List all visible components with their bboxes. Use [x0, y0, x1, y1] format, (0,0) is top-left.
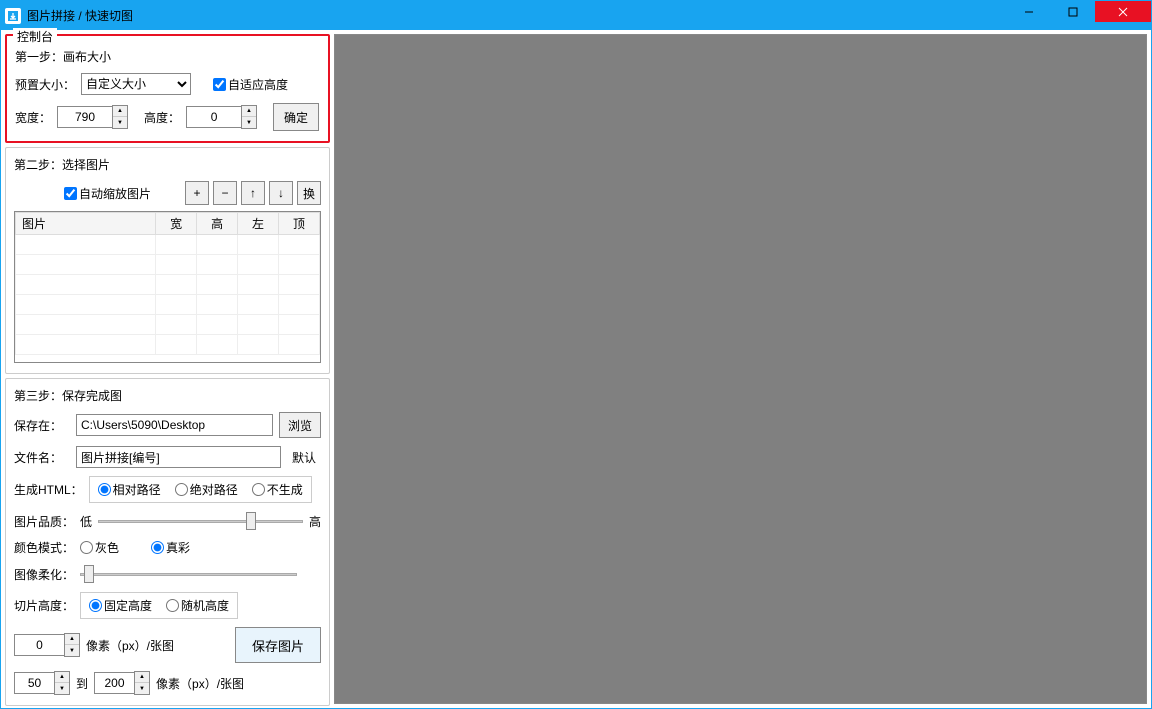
save-image-button[interactable]: 保存图片 [235, 627, 321, 663]
default-label[interactable]: 默认 [287, 449, 321, 466]
rand-to-up[interactable]: ▲ [135, 672, 149, 683]
app-icon [5, 8, 21, 24]
width-down[interactable]: ▼ [113, 117, 127, 128]
browse-button[interactable]: 浏览 [279, 412, 321, 438]
titlebar: 图片拼接 / 快速切图 [1, 1, 1151, 30]
rand-from-down[interactable]: ▼ [55, 683, 69, 694]
pixels-per-label-2: 像素（px）/张图 [156, 675, 244, 692]
adaptive-height-input[interactable] [213, 78, 226, 91]
table-row [16, 275, 320, 295]
width-input[interactable] [57, 106, 112, 128]
add-button[interactable]: + [185, 181, 209, 205]
step2-group: 第二步：选择图片 自动缩放图片 + − ↑ ↓ 换 图片 [5, 147, 330, 374]
maximize-button[interactable] [1051, 1, 1095, 22]
quality-high: 高 [309, 513, 321, 530]
radio-absolute[interactable]: 绝对路径 [175, 481, 238, 498]
step3-label: 第三步：保存完成图 [14, 387, 321, 404]
adaptive-height-checkbox[interactable]: 自适应高度 [213, 76, 288, 93]
move-down-button[interactable]: ↓ [269, 181, 293, 205]
fixed-height-input[interactable] [14, 634, 64, 656]
col-width[interactable]: 宽 [156, 213, 197, 235]
col-image[interactable]: 图片 [16, 213, 156, 235]
gen-html-radio-group: 相对路径 绝对路径 不生成 [89, 476, 312, 503]
preset-size-label: 预置大小： [15, 76, 75, 93]
step2-label: 第二步：选择图片 [14, 156, 321, 173]
rand-to-down[interactable]: ▼ [135, 683, 149, 694]
panel-title: 控制台 [13, 28, 57, 45]
fixed-down[interactable]: ▼ [65, 645, 79, 656]
to-label: 到 [76, 675, 88, 692]
fixed-up[interactable]: ▲ [65, 634, 79, 645]
autoscale-input[interactable] [64, 187, 77, 200]
rand-from-input[interactable] [14, 672, 54, 694]
minimize-button[interactable] [1007, 1, 1051, 22]
save-path-input[interactable] [76, 414, 273, 436]
rand-to-input[interactable] [94, 672, 134, 694]
soften-slider[interactable] [80, 564, 297, 584]
preset-size-select[interactable]: 自定义大小 [81, 73, 191, 95]
col-height[interactable]: 高 [197, 213, 238, 235]
slice-height-label: 切片高度： [14, 597, 74, 614]
table-row [16, 335, 320, 355]
close-button[interactable] [1095, 1, 1151, 22]
radio-gray[interactable]: 灰色 [80, 539, 119, 556]
quality-slider[interactable] [98, 511, 303, 531]
radio-random-height[interactable]: 随机高度 [166, 597, 229, 614]
slice-radio-group: 固定高度 随机高度 [80, 592, 238, 619]
pixels-per-label: 像素（px）/张图 [86, 637, 174, 654]
color-mode-label: 颜色模式： [14, 539, 74, 556]
filename-label: 文件名： [14, 449, 70, 466]
autoscale-checkbox[interactable]: 自动缩放图片 [64, 185, 151, 202]
radio-none[interactable]: 不生成 [252, 481, 303, 498]
table-row [16, 295, 320, 315]
swap-button[interactable]: 换 [297, 181, 321, 205]
gen-html-label: 生成HTML： [14, 481, 83, 498]
radio-truecolor[interactable]: 真彩 [151, 539, 190, 556]
width-label: 宽度： [15, 109, 51, 126]
filename-input[interactable] [76, 446, 281, 468]
window-title: 图片拼接 / 快速切图 [27, 7, 133, 24]
width-up[interactable]: ▲ [113, 106, 127, 117]
radio-relative[interactable]: 相对路径 [98, 481, 161, 498]
height-up[interactable]: ▲ [242, 106, 256, 117]
height-input[interactable] [186, 106, 241, 128]
control-panel: 控制台 第一步：画布大小 预置大小： 自定义大小 自适应高度 宽度： [5, 34, 330, 143]
image-table[interactable]: 图片 宽 高 左 顶 [15, 212, 320, 355]
radio-fixed-height[interactable]: 固定高度 [89, 597, 152, 614]
table-row [16, 235, 320, 255]
quality-low: 低 [80, 513, 92, 530]
remove-button[interactable]: − [213, 181, 237, 205]
soften-label: 图像柔化： [14, 566, 74, 583]
table-row [16, 255, 320, 275]
save-to-label: 保存在： [14, 417, 70, 434]
move-up-button[interactable]: ↑ [241, 181, 265, 205]
table-row [16, 315, 320, 335]
height-label: 高度： [144, 109, 180, 126]
step1-label: 第一步：画布大小 [15, 48, 320, 65]
step3-group: 第三步：保存完成图 保存在： 浏览 文件名： 默认 生成HTML： 相对路径 绝… [5, 378, 330, 706]
col-left[interactable]: 左 [238, 213, 279, 235]
quality-label: 图片品质： [14, 513, 74, 530]
preview-area[interactable] [334, 34, 1147, 704]
rand-from-up[interactable]: ▲ [55, 672, 69, 683]
confirm-button[interactable]: 确定 [273, 103, 319, 131]
col-top[interactable]: 顶 [279, 213, 320, 235]
height-down[interactable]: ▼ [242, 117, 256, 128]
